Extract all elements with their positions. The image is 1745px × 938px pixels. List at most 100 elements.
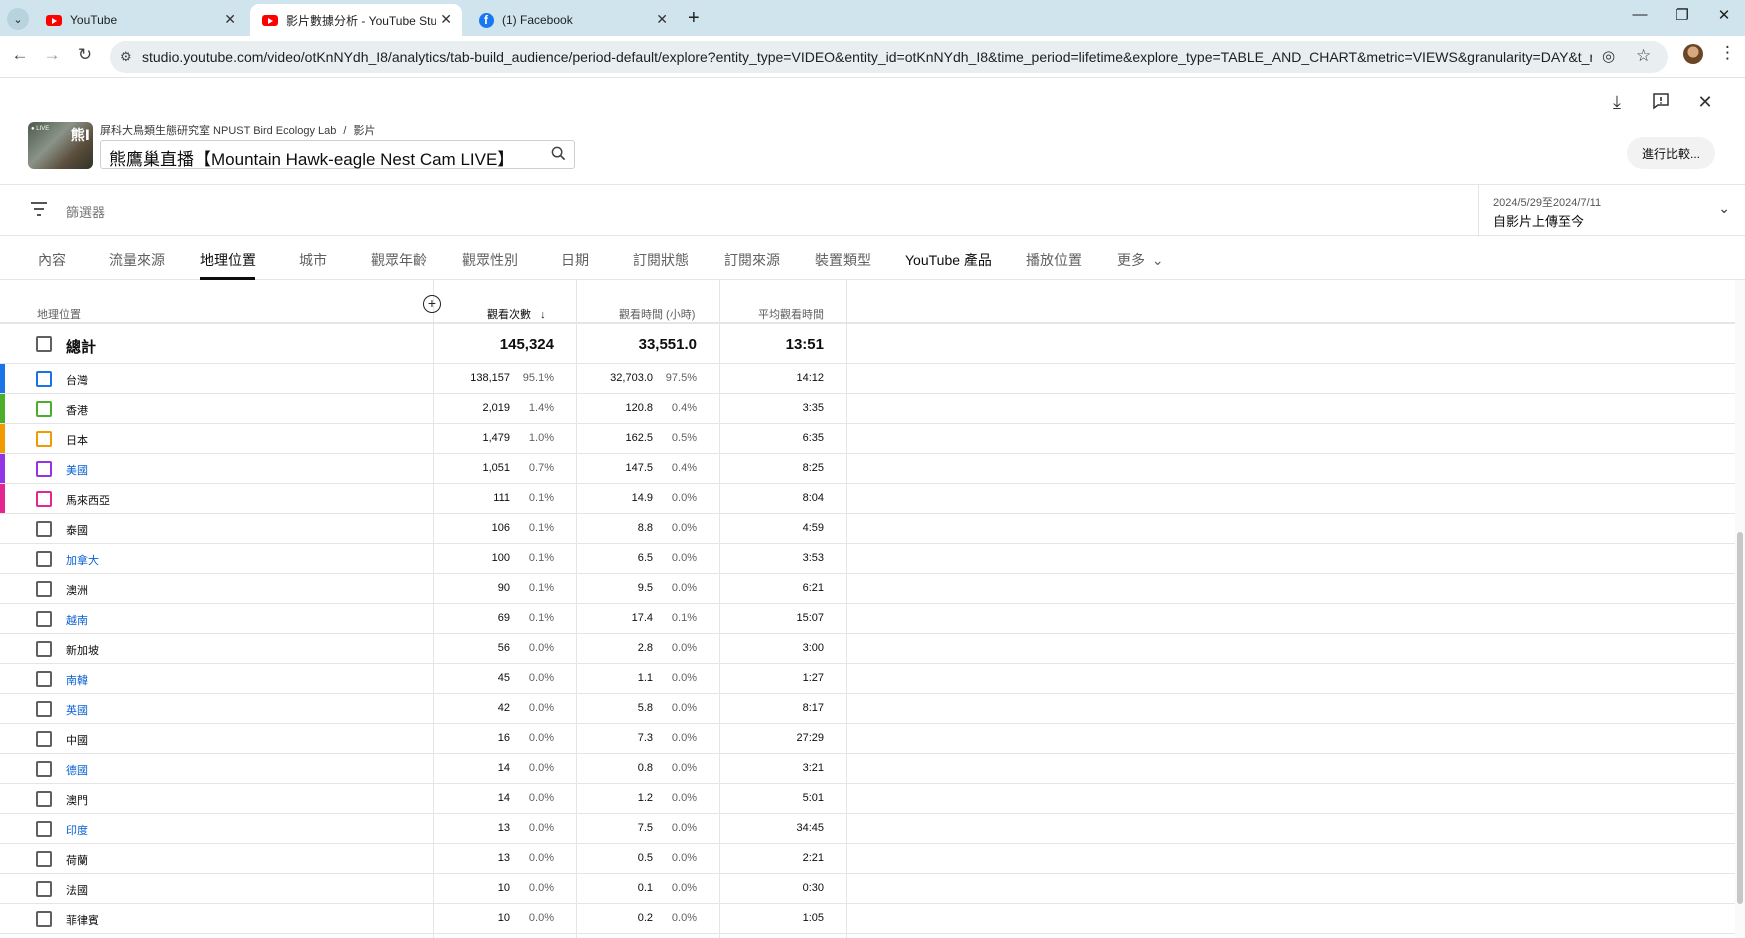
row-checkbox[interactable]	[36, 581, 52, 597]
watch-time-percent: 0.0%	[671, 822, 697, 834]
youtube-icon	[46, 12, 62, 28]
close-tab-icon[interactable]: ✕	[440, 11, 452, 28]
avg-view-value: 27:29	[796, 732, 824, 744]
close-window-icon[interactable]: ✕	[1704, 6, 1744, 24]
column-header-watch-time[interactable]: 觀看時間 (小時)	[619, 306, 695, 322]
avg-view-value: 14:12	[796, 372, 824, 384]
row-checkbox[interactable]	[36, 761, 52, 777]
new-tab-icon[interactable]: +	[688, 7, 700, 30]
row-checkbox[interactable]	[36, 371, 52, 387]
row-color-indicator	[0, 394, 5, 423]
eye-off-icon[interactable]: ◎	[1602, 47, 1615, 65]
tab-subscription-source[interactable]: 訂閱來源	[724, 250, 780, 270]
site-info-icon[interactable]: ⚙	[120, 49, 132, 65]
download-icon[interactable]: ⤓	[1605, 92, 1629, 113]
tab-device-type[interactable]: 裝置類型	[815, 250, 871, 270]
country-name[interactable]: 越南	[66, 612, 88, 628]
row-checkbox[interactable]	[36, 336, 52, 352]
watch-time-value: 9.5	[637, 582, 653, 594]
avg-view-value: 34:45	[796, 822, 824, 834]
row-checkbox[interactable]	[36, 521, 52, 537]
add-column-icon[interactable]: +	[423, 295, 441, 313]
profile-avatar[interactable]	[1683, 44, 1703, 64]
reload-icon[interactable]: ↻	[73, 45, 97, 65]
tab-youtube-product[interactable]: YouTube 產品	[905, 250, 992, 270]
date-range-text: 2024/5/29至2024/7/11	[1493, 197, 1602, 209]
compare-button[interactable]: 進行比較...	[1627, 137, 1715, 169]
browser-tab-youtube[interactable]: YouTube ✕	[34, 4, 246, 36]
filter-icon[interactable]	[31, 202, 47, 216]
row-checkbox[interactable]	[36, 911, 52, 927]
breadcrumb: 屏科大鳥類生態研究室 NPUST Bird Ecology Lab / 影片	[100, 122, 376, 138]
address-bar[interactable]: ⚙ studio.youtube.com/video/otKnNYdh_I8/a…	[110, 41, 1668, 73]
row-checkbox[interactable]	[36, 671, 52, 687]
row-checkbox[interactable]	[36, 461, 52, 477]
row-checkbox[interactable]	[36, 791, 52, 807]
tab-traffic-source[interactable]: 流量來源	[109, 250, 165, 270]
column-header-avg-view[interactable]: 平均觀看時間	[758, 306, 824, 322]
bookmark-star-icon[interactable]: ☆	[1636, 46, 1651, 66]
close-icon[interactable]: ✕	[1693, 92, 1717, 113]
avg-view-value: 3:00	[802, 642, 824, 654]
table-row: 法國 10 0.0% 0.1 0.0% 0:30	[0, 874, 1735, 904]
tab-more[interactable]: 更多 ⌄	[1117, 250, 1164, 270]
close-tab-icon[interactable]: ✕	[224, 11, 236, 28]
watch-time-value: 0.5	[637, 852, 653, 864]
tab-viewer-age[interactable]: 觀眾年齡	[371, 250, 427, 270]
watch-time-value: 147.5	[625, 462, 653, 474]
row-checkbox[interactable]	[36, 491, 52, 507]
country-name[interactable]: 德國	[66, 762, 88, 778]
filter-input[interactable]: 篩選器	[66, 202, 105, 221]
watch-time-percent: 0.0%	[671, 762, 697, 774]
tab-viewer-gender[interactable]: 觀眾性別	[462, 250, 518, 270]
tab-subscription-status[interactable]: 訂閱狀態	[633, 250, 689, 270]
views-value: 13	[497, 822, 510, 834]
country-name[interactable]: 南韓	[66, 672, 88, 688]
facebook-icon: f	[478, 12, 494, 28]
search-icon[interactable]	[551, 146, 566, 165]
tab-city[interactable]: 城市	[299, 250, 327, 270]
row-checkbox[interactable]	[36, 431, 52, 447]
breadcrumb-channel[interactable]: 屏科大鳥類生態研究室 NPUST Bird Ecology Lab	[100, 125, 336, 137]
restore-icon[interactable]: ❐	[1662, 6, 1702, 24]
url-text[interactable]: studio.youtube.com/video/otKnNYdh_I8/ana…	[142, 49, 1592, 65]
browser-tab-facebook[interactable]: f (1) Facebook ✕	[466, 4, 678, 36]
tab-geography[interactable]: 地理位置	[200, 250, 256, 270]
watch-time-value: 162.5	[625, 432, 653, 444]
row-checkbox[interactable]	[36, 641, 52, 657]
date-range-selector[interactable]: 2024/5/29至2024/7/11 自影片上傳至今 ⌄	[1478, 185, 1745, 237]
column-header-views[interactable]: 觀看次數 ↓	[487, 306, 546, 322]
watch-time-percent: 0.4%	[671, 402, 697, 414]
tab-date[interactable]: 日期	[561, 250, 589, 270]
column-header-geography[interactable]: 地理位置	[37, 306, 81, 322]
views-value: 14	[497, 792, 510, 804]
country-name[interactable]: 加拿大	[66, 552, 99, 568]
tab-playback-location[interactable]: 播放位置	[1026, 250, 1082, 270]
country-name[interactable]: 美國	[66, 462, 88, 478]
watch-time-percent: 0.0%	[671, 552, 697, 564]
row-checkbox[interactable]	[36, 401, 52, 417]
row-checkbox[interactable]	[36, 851, 52, 867]
tab-search-button[interactable]: ⌄	[7, 8, 29, 30]
country-name[interactable]: 印度	[66, 822, 88, 838]
country-name[interactable]: 英國	[66, 702, 88, 718]
scrollbar-thumb[interactable]	[1737, 532, 1743, 904]
row-checkbox[interactable]	[36, 881, 52, 897]
browser-tab-studio[interactable]: 影片數據分析 - YouTube Studio ✕	[250, 4, 462, 36]
row-checkbox[interactable]	[36, 551, 52, 567]
row-checkbox[interactable]	[36, 701, 52, 717]
breadcrumb-page[interactable]: 影片	[354, 125, 376, 137]
browser-menu-icon[interactable]: ⋮	[1719, 43, 1736, 63]
forward-icon[interactable]: →	[40, 45, 64, 65]
watch-time-percent: 0.0%	[671, 492, 697, 504]
minimize-icon[interactable]: —	[1620, 6, 1660, 23]
close-tab-icon[interactable]: ✕	[656, 11, 668, 28]
tab-content[interactable]: 內容	[38, 250, 66, 270]
feedback-icon[interactable]	[1649, 92, 1673, 115]
selected-tab-indicator	[200, 277, 255, 280]
row-checkbox[interactable]	[36, 611, 52, 627]
back-icon[interactable]: ←	[8, 45, 32, 65]
row-checkbox[interactable]	[36, 731, 52, 747]
video-selector[interactable]: 熊鷹巢直播【Mountain Hawk-eagle Nest Cam LIVE】	[100, 140, 575, 169]
row-checkbox[interactable]	[36, 821, 52, 837]
